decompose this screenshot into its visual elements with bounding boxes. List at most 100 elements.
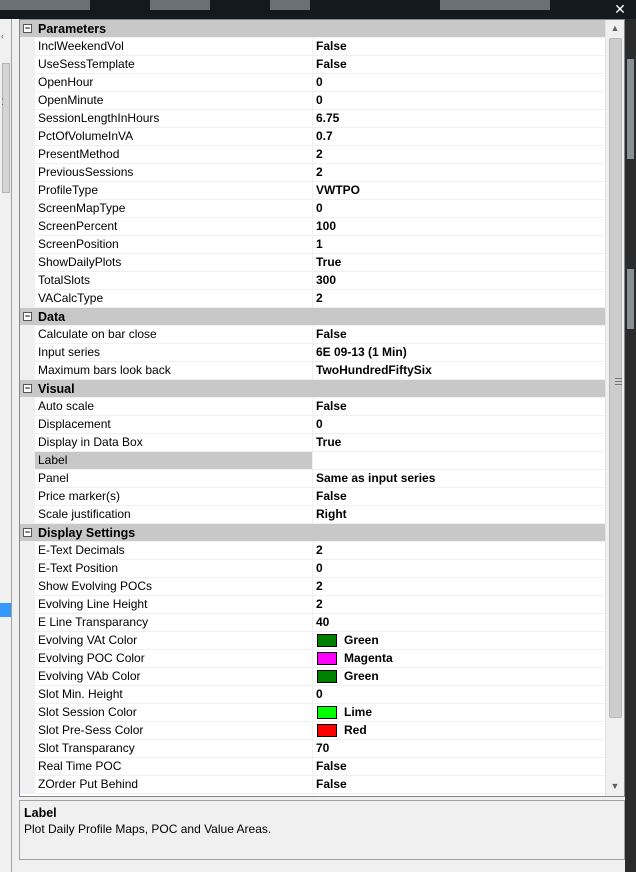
property-name[interactable]: E Line Transparancy <box>35 614 313 631</box>
property-row[interactable]: TotalSlots 300 <box>20 272 605 290</box>
property-name[interactable]: OpenHour <box>35 74 313 91</box>
property-row[interactable]: VACalcType 2 <box>20 290 605 308</box>
property-value[interactable]: 6E 09-13 (1 Min) <box>313 344 605 361</box>
property-name[interactable]: PreviousSessions <box>35 164 313 181</box>
property-row[interactable]: Slot Min. Height 0 <box>20 686 605 704</box>
property-name[interactable]: Slot Min. Height <box>35 686 313 703</box>
property-value[interactable]: TwoHundredFiftySix <box>313 362 605 379</box>
property-name[interactable]: ZOrder Put Behind <box>35 776 313 793</box>
property-name[interactable]: PresentMethod <box>35 146 313 163</box>
property-name[interactable]: PctOfVolumeInVA <box>35 128 313 145</box>
property-value[interactable] <box>313 452 605 469</box>
property-value[interactable]: False <box>313 776 605 793</box>
property-row[interactable]: SessionLengthInHours 6.75 <box>20 110 605 128</box>
property-value[interactable]: Same as input series <box>313 470 605 487</box>
collapse-icon[interactable]: − <box>20 528 35 537</box>
property-name[interactable]: UseSessTemplate <box>35 56 313 73</box>
property-name[interactable]: Scale justification <box>35 506 313 523</box>
property-row[interactable]: Displacement 0 <box>20 416 605 434</box>
property-name[interactable]: Evolving VAb Color <box>35 668 313 685</box>
property-name[interactable]: Price marker(s) <box>35 488 313 505</box>
property-name[interactable]: Calculate on bar close <box>35 326 313 343</box>
property-value[interactable]: True <box>313 254 605 271</box>
property-row[interactable]: Maximum bars look back TwoHundredFiftySix <box>20 362 605 380</box>
property-row[interactable]: ProfileType VWTPO <box>20 182 605 200</box>
property-name[interactable]: Evolving Line Height <box>35 596 313 613</box>
left-panel-selection[interactable] <box>0 603 11 617</box>
property-row[interactable]: Auto scale False <box>20 398 605 416</box>
property-row[interactable]: Slot Session Color Lime <box>20 704 605 722</box>
category-parameters[interactable]: − Parameters <box>20 20 605 38</box>
property-name[interactable]: ScreenPercent <box>35 218 313 235</box>
property-name[interactable]: Slot Transparancy <box>35 740 313 757</box>
property-name[interactable]: Display in Data Box <box>35 434 313 451</box>
property-row[interactable]: Real Time POC False <box>20 758 605 776</box>
property-row[interactable]: OpenHour 0 <box>20 74 605 92</box>
property-value[interactable]: 6.75 <box>313 110 605 127</box>
property-row[interactable]: InclWeekendVol False <box>20 38 605 56</box>
property-row[interactable]: Evolving VAb Color Green <box>20 668 605 686</box>
property-row[interactable]: Evolving Line Height 2 <box>20 596 605 614</box>
property-value[interactable]: 2 <box>313 596 605 613</box>
property-row[interactable]: E-Text Position 0 <box>20 560 605 578</box>
property-name[interactable]: VACalcType <box>35 290 313 307</box>
property-row[interactable]: Slot Transparancy 70 <box>20 740 605 758</box>
property-value[interactable]: 0 <box>313 560 605 577</box>
property-value[interactable]: False <box>313 56 605 73</box>
property-row[interactable]: Input series 6E 09-13 (1 Min) <box>20 344 605 362</box>
property-row[interactable]: Panel Same as input series <box>20 470 605 488</box>
property-row[interactable]: Evolving POC Color Magenta <box>20 650 605 668</box>
property-value[interactable]: True <box>313 434 605 451</box>
property-value[interactable]: 40 <box>313 614 605 631</box>
property-name[interactable]: E-Text Position <box>35 560 313 577</box>
property-value[interactable]: 2 <box>313 290 605 307</box>
property-row[interactable]: Scale justification Right <box>20 506 605 524</box>
property-value[interactable]: 300 <box>313 272 605 289</box>
property-name[interactable]: OpenMinute <box>35 92 313 109</box>
property-value[interactable]: False <box>313 488 605 505</box>
property-value[interactable]: 70 <box>313 740 605 757</box>
property-name[interactable]: Panel <box>35 470 313 487</box>
property-name[interactable]: InclWeekendVol <box>35 38 313 55</box>
property-name[interactable]: Label <box>35 452 313 469</box>
property-row[interactable]: ScreenPosition 1 <box>20 236 605 254</box>
property-value[interactable]: 1 <box>313 236 605 253</box>
property-value[interactable]: 0 <box>313 686 605 703</box>
property-row[interactable]: Show Evolving POCs 2 <box>20 578 605 596</box>
property-name[interactable]: Auto scale <box>35 398 313 415</box>
property-row[interactable]: Slot Pre-Sess Color Red <box>20 722 605 740</box>
property-row[interactable]: PreviousSessions 2 <box>20 164 605 182</box>
property-name[interactable]: Maximum bars look back <box>35 362 313 379</box>
property-row[interactable]: E-Text Decimals 2 <box>20 542 605 560</box>
property-name[interactable]: Evolving VAt Color <box>35 632 313 649</box>
property-value[interactable]: 0 <box>313 200 605 217</box>
property-value[interactable]: 2 <box>313 542 605 559</box>
property-row[interactable]: E Line Transparancy 40 <box>20 614 605 632</box>
property-name[interactable]: ScreenMapType <box>35 200 313 217</box>
property-value[interactable]: 2 <box>313 578 605 595</box>
property-value[interactable]: Magenta <box>313 650 605 667</box>
property-value[interactable]: 2 <box>313 164 605 181</box>
property-value[interactable]: 0 <box>313 92 605 109</box>
property-name[interactable]: ShowDailyPlots <box>35 254 313 271</box>
property-value[interactable]: 0 <box>313 416 605 433</box>
left-panel-scroll[interactable] <box>2 63 10 193</box>
vertical-scrollbar[interactable]: ▲ ▼ <box>605 20 624 796</box>
property-name[interactable]: Slot Pre-Sess Color <box>35 722 313 739</box>
collapse-icon[interactable]: − <box>20 312 35 321</box>
property-row[interactable]: Display in Data Box True <box>20 434 605 452</box>
property-name[interactable]: Input series <box>35 344 313 361</box>
property-row[interactable]: PctOfVolumeInVA 0.7 <box>20 128 605 146</box>
property-row[interactable]: ShowDailyPlots True <box>20 254 605 272</box>
scroll-up-icon[interactable]: ▲ <box>606 20 624 37</box>
property-row[interactable]: Label <box>20 452 605 470</box>
property-name[interactable]: ProfileType <box>35 182 313 199</box>
property-name[interactable]: Real Time POC <box>35 758 313 775</box>
property-row[interactable]: PresentMethod 2 <box>20 146 605 164</box>
property-name[interactable]: ScreenPosition <box>35 236 313 253</box>
property-value[interactable]: Green <box>313 632 605 649</box>
property-value[interactable]: Lime <box>313 704 605 721</box>
property-row[interactable]: Price marker(s) False <box>20 488 605 506</box>
collapse-icon[interactable]: − <box>20 24 35 33</box>
collapse-icon[interactable]: − <box>20 384 35 393</box>
